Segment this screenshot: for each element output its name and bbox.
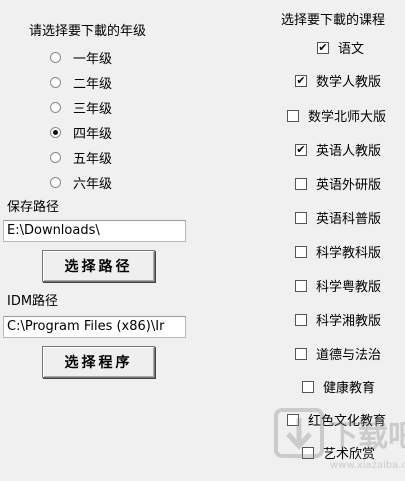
radio-label: 一年级 bbox=[73, 52, 113, 67]
checkbox-label: 英语外研版 bbox=[316, 178, 382, 193]
checkbox-course-1[interactable]: ✔ 数学人教版 bbox=[295, 71, 381, 90]
checkbox-box[interactable] bbox=[295, 245, 307, 258]
checkbox-box[interactable] bbox=[287, 109, 299, 122]
radio-label: 五年级 bbox=[73, 152, 113, 167]
checkbox-box[interactable] bbox=[302, 380, 314, 393]
grade-section-title: 请选择要下載的年级 bbox=[29, 24, 147, 39]
checkbox-label: 科学湘教版 bbox=[316, 314, 382, 329]
radio-grade-5[interactable]: 五年级 bbox=[50, 148, 112, 167]
svg-text:www.xiazaiba.com: www.xiazaiba.com bbox=[330, 460, 405, 471]
checkbox-box[interactable] bbox=[295, 177, 307, 190]
checkbox-box[interactable]: ✔ bbox=[295, 74, 307, 87]
radio-grade-4[interactable]: 四年级 bbox=[50, 123, 112, 142]
radio-circle[interactable] bbox=[50, 152, 61, 163]
select-program-button[interactable]: 选择程序 bbox=[42, 346, 155, 378]
radio-circle-selected[interactable] bbox=[50, 127, 61, 138]
radio-grade-3[interactable]: 三年级 bbox=[50, 98, 112, 117]
checkbox-label: 科学粤教版 bbox=[316, 280, 382, 295]
radio-grade-6[interactable]: 六年级 bbox=[50, 173, 112, 192]
checkbox-course-7[interactable]: 科学粤教版 bbox=[295, 276, 381, 295]
select-path-button[interactable]: 选择路径 bbox=[42, 250, 155, 282]
checkbox-course-3[interactable]: ✔ 英语人教版 bbox=[295, 140, 381, 159]
radio-circle[interactable] bbox=[50, 177, 61, 188]
checkbox-label: 英语人教版 bbox=[316, 144, 382, 159]
course-section-title: 选择要下載的课程 bbox=[281, 13, 386, 28]
radio-circle[interactable] bbox=[50, 77, 61, 88]
checkbox-course-10[interactable]: 健康教育 bbox=[302, 377, 375, 396]
idm-path-label: IDM路径 bbox=[7, 294, 59, 309]
checkbox-label: 数学北师大版 bbox=[308, 110, 387, 125]
radio-circle[interactable] bbox=[50, 102, 61, 113]
save-path-input[interactable]: E:\Downloads\ bbox=[3, 220, 186, 242]
checkbox-box[interactable] bbox=[295, 211, 307, 224]
checkbox-course-6[interactable]: 科学教科版 bbox=[295, 242, 381, 261]
checkbox-course-5[interactable]: 英语科普版 bbox=[295, 208, 381, 227]
checkbox-label: 英语科普版 bbox=[316, 212, 382, 227]
checkbox-box[interactable] bbox=[295, 279, 307, 292]
watermark-icon: 下载吧 www.xiazaiba.com bbox=[274, 408, 405, 471]
save-path-label: 保存路径 bbox=[7, 200, 60, 215]
checkbox-label: 数学人教版 bbox=[316, 75, 382, 90]
idm-path-input[interactable]: C:\Program Files (x86)\Ir bbox=[3, 316, 186, 338]
radio-label: 六年级 bbox=[73, 177, 113, 192]
radio-grade-1[interactable]: 一年级 bbox=[50, 48, 112, 67]
checkbox-box[interactable]: ✔ bbox=[295, 143, 307, 156]
site-watermark-logo: 下载吧 www.xiazaiba.com bbox=[268, 406, 405, 477]
radio-label: 四年级 bbox=[73, 127, 113, 142]
checkbox-label: 语文 bbox=[338, 42, 365, 57]
checkbox-label: 科学教科版 bbox=[316, 246, 382, 261]
radio-label: 二年级 bbox=[73, 77, 113, 92]
checkbox-box[interactable]: ✔ bbox=[317, 41, 329, 54]
checkbox-course-8[interactable]: 科学湘教版 bbox=[295, 310, 381, 329]
radio-circle[interactable] bbox=[50, 52, 61, 63]
checkbox-course-4[interactable]: 英语外研版 bbox=[295, 174, 381, 193]
checkbox-course-0[interactable]: ✔ 语文 bbox=[317, 38, 364, 57]
radio-grade-2[interactable]: 二年级 bbox=[50, 73, 112, 92]
checkbox-box[interactable] bbox=[295, 313, 307, 326]
checkbox-label: 道德与法治 bbox=[316, 348, 382, 363]
checkbox-label: 健康教育 bbox=[323, 381, 376, 396]
radio-label: 三年级 bbox=[73, 102, 113, 117]
checkbox-course-9[interactable]: 道德与法治 bbox=[295, 344, 381, 363]
checkbox-course-2[interactable]: 数学北师大版 bbox=[287, 106, 386, 125]
checkbox-box[interactable] bbox=[295, 347, 307, 360]
svg-text:下载吧: 下载吧 bbox=[328, 419, 405, 454]
